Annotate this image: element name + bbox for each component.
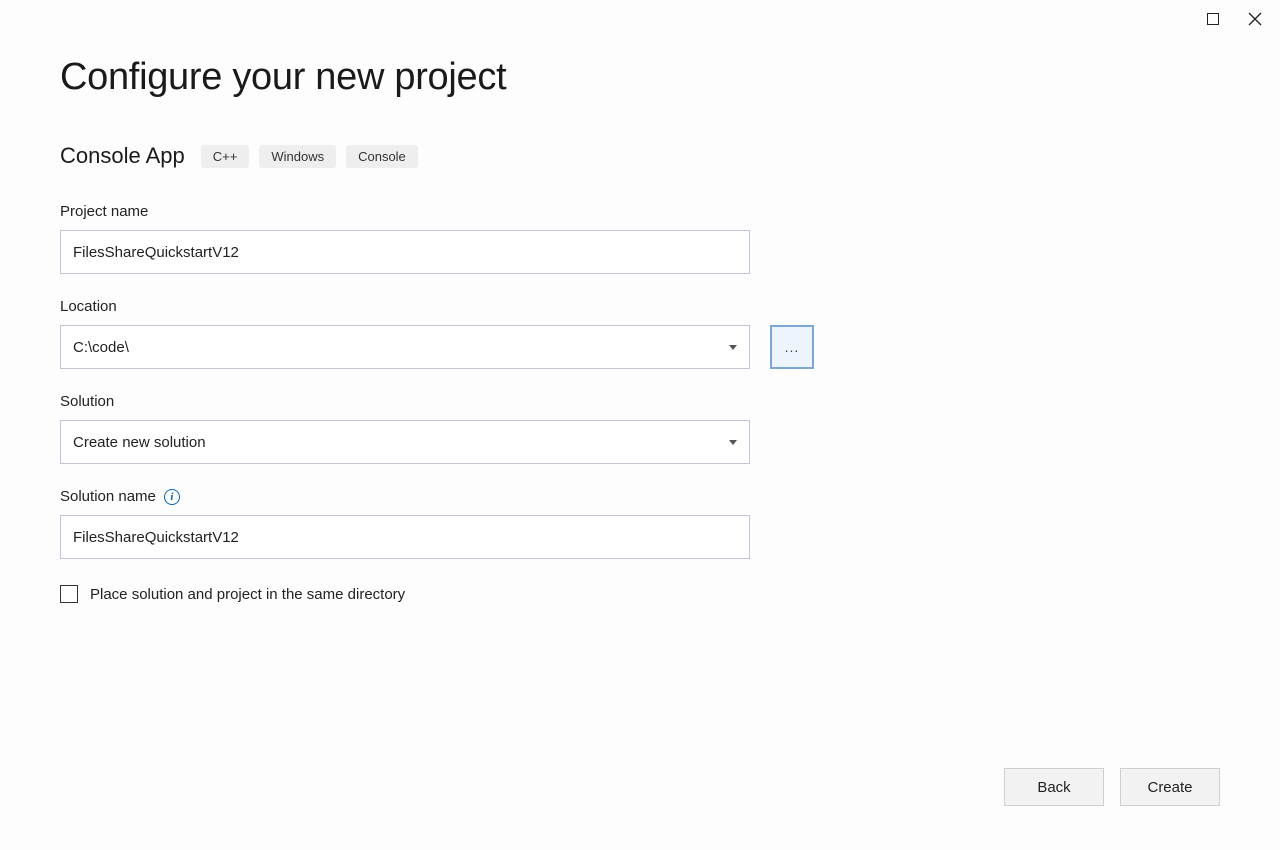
solution-label: Solution [60, 393, 1220, 410]
chevron-down-icon [729, 345, 737, 350]
tag-cpp: C++ [201, 145, 250, 168]
same-directory-checkbox[interactable] [60, 585, 78, 603]
location-value: C:\code\ [73, 339, 129, 356]
same-directory-label: Place solution and project in the same d… [90, 586, 405, 603]
location-combobox[interactable]: C:\code\ [60, 325, 750, 369]
solution-name-input[interactable] [60, 515, 750, 559]
ellipsis-icon: ... [785, 339, 800, 355]
browse-button[interactable]: ... [770, 325, 814, 369]
close-icon [1248, 12, 1262, 26]
template-name: Console App [60, 143, 185, 169]
solution-value: Create new solution [73, 434, 206, 451]
tag-windows: Windows [259, 145, 336, 168]
tag-console: Console [346, 145, 418, 168]
chevron-down-icon [729, 440, 737, 445]
maximize-button[interactable] [1206, 12, 1220, 26]
create-button[interactable]: Create [1120, 768, 1220, 806]
location-label: Location [60, 298, 1220, 315]
page-title: Configure your new project [60, 56, 1220, 99]
project-name-input[interactable] [60, 230, 750, 274]
close-button[interactable] [1248, 12, 1262, 26]
info-icon[interactable]: i [164, 489, 180, 505]
solution-combobox[interactable]: Create new solution [60, 420, 750, 464]
maximize-icon [1207, 13, 1219, 25]
back-button[interactable]: Back [1004, 768, 1104, 806]
solution-name-label: Solution name [60, 488, 156, 505]
project-name-label: Project name [60, 203, 1220, 220]
